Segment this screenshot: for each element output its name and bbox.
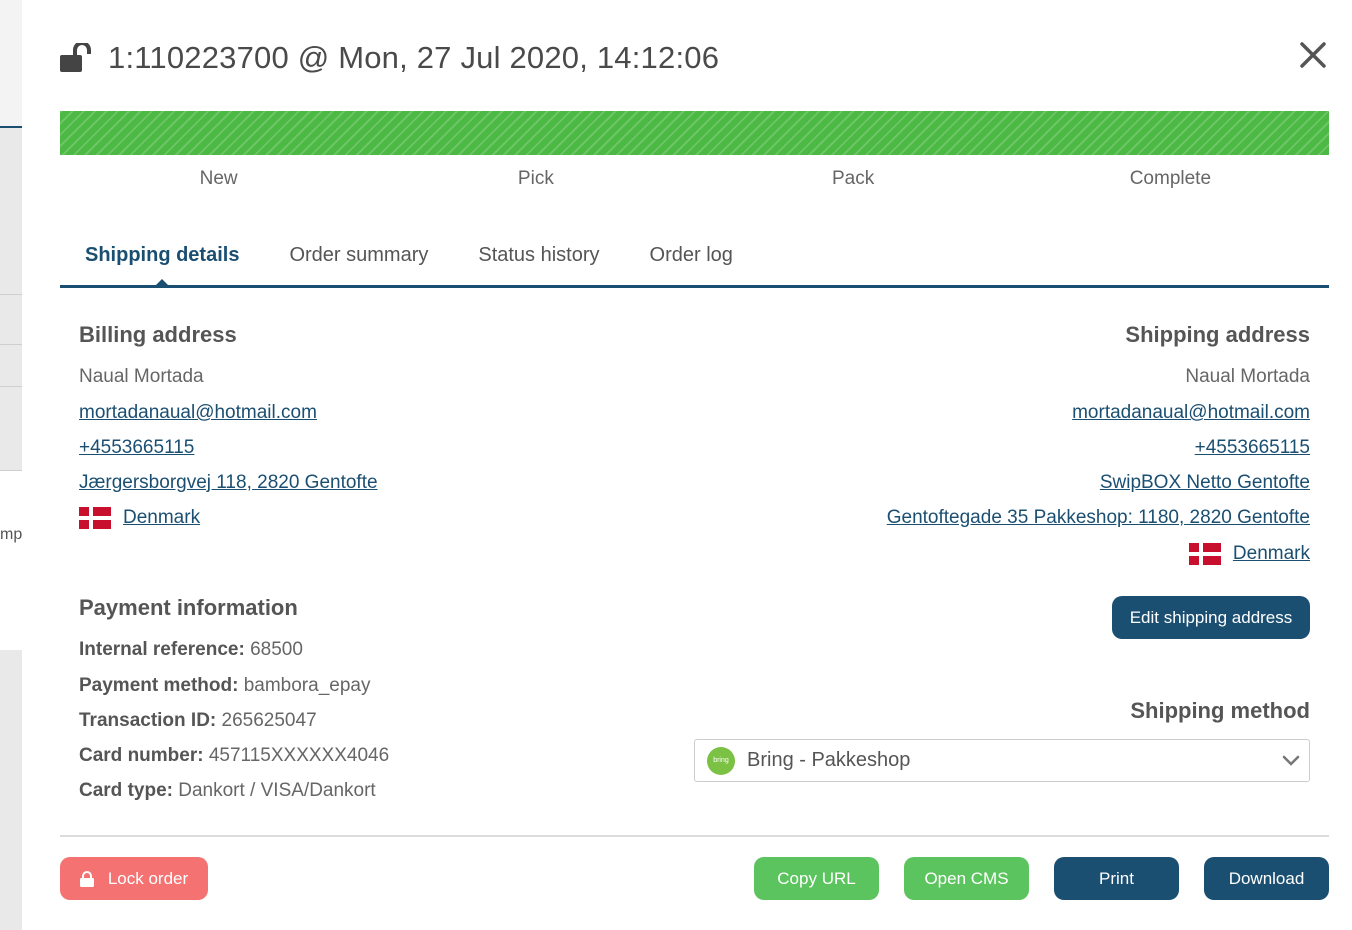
- billing-country: Denmark: [79, 507, 200, 529]
- background-divider: [0, 344, 22, 345]
- denmark-flag-icon: [79, 507, 111, 529]
- billing-address-link[interactable]: Jærgersborgvej 118, 2820 Gentofte: [79, 472, 378, 494]
- billing-email-link[interactable]: mortadanaual@hotmail.com: [79, 402, 317, 424]
- tab-status-history[interactable]: Status history: [478, 232, 599, 278]
- shipping-email-link[interactable]: mortadanaual@hotmail.com: [1072, 402, 1310, 424]
- background-panel: [0, 470, 22, 650]
- background-divider: [0, 386, 22, 387]
- bring-logo-text: bring: [713, 757, 729, 764]
- payment-label: Payment method:: [79, 675, 239, 696]
- background-divider: [0, 294, 22, 295]
- step-complete: Complete: [1129, 168, 1212, 189]
- lock-icon: [79, 870, 94, 887]
- step-pack: Pack: [832, 168, 875, 189]
- close-icon[interactable]: [1298, 40, 1328, 70]
- payment-card-type: Card type: Dankort / VISA/Dankort: [79, 780, 376, 802]
- shipping-method-select[interactable]: bring Bring - Pakkeshop: [694, 739, 1310, 782]
- background-page: mp: [0, 0, 22, 930]
- payment-method: Payment method: bambora_epay: [79, 675, 370, 697]
- background-text: mp: [0, 526, 22, 543]
- payment-label: Card number:: [79, 745, 204, 766]
- order-progress-bar: [60, 111, 1329, 155]
- chevron-down-icon: [1282, 755, 1300, 766]
- shipping-country-link[interactable]: Denmark: [1233, 543, 1310, 564]
- payment-value: Dankort / VISA/Dankort: [172, 780, 376, 801]
- step-pick: Pick: [517, 168, 554, 189]
- shipping-method-title: Shipping method: [1130, 698, 1310, 723]
- edit-shipping-address-button[interactable]: Edit shipping address: [1112, 596, 1310, 639]
- shipping-name: Naual Mortada: [1185, 366, 1310, 387]
- detail-tabs: Shipping details Order summary Status hi…: [60, 232, 1329, 288]
- payment-label: Transaction ID:: [79, 710, 217, 731]
- download-button[interactable]: Download: [1204, 857, 1329, 900]
- footer-divider: [60, 835, 1329, 837]
- shipping-phone-link[interactable]: +4553665115: [1195, 437, 1310, 459]
- order-title: 1:110223700 @ Mon, 27 Jul 2020, 14:12:06: [108, 40, 720, 75]
- tab-order-summary[interactable]: Order summary: [289, 232, 428, 278]
- payment-label: Card type:: [79, 780, 173, 801]
- tab-shipping-details[interactable]: Shipping details: [85, 232, 239, 278]
- open-cms-button[interactable]: Open CMS: [904, 857, 1029, 900]
- progress-steps: New Pick Pack Complete: [60, 168, 1329, 190]
- order-modal: 1:110223700 @ Mon, 27 Jul 2020, 14:12:06…: [22, 0, 1352, 930]
- payment-label: Internal reference:: [79, 639, 245, 660]
- copy-url-button[interactable]: Copy URL: [754, 857, 879, 900]
- payment-value: bambora_epay: [238, 675, 371, 696]
- lock-order-button[interactable]: Lock order: [60, 857, 208, 900]
- print-button[interactable]: Print: [1054, 857, 1179, 900]
- shipping-country: Denmark: [1188, 543, 1310, 565]
- billing-address-title: Billing address: [79, 322, 237, 347]
- background-header: [0, 0, 22, 128]
- modal-header: 1:110223700 @ Mon, 27 Jul 2020, 14:12:06: [60, 36, 719, 80]
- billing-phone-link[interactable]: +4553665115: [79, 437, 194, 459]
- shipping-address-title: Shipping address: [1125, 322, 1310, 347]
- payment-internal-reference: Internal reference: 68500: [79, 639, 303, 661]
- payment-transaction-id: Transaction ID: 265625047: [79, 710, 317, 732]
- shipping-method-selected: Bring - Pakkeshop: [747, 749, 911, 771]
- denmark-flag-icon: [1188, 543, 1221, 565]
- lock-order-label: Lock order: [107, 868, 189, 888]
- shipping-pickup-point-link[interactable]: SwipBOX Netto Gentofte: [1100, 472, 1310, 494]
- shipping-address-link[interactable]: Gentoftegade 35 Pakkeshop: 1180, 2820 Ge…: [887, 507, 1310, 529]
- billing-name: Naual Mortada: [79, 366, 204, 387]
- step-new: New: [199, 168, 238, 189]
- bring-logo-icon: bring: [707, 746, 735, 775]
- billing-country-link[interactable]: Denmark: [123, 507, 200, 528]
- payment-value: 68500: [244, 639, 303, 660]
- unlocked-padlock-icon[interactable]: [60, 43, 94, 73]
- payment-information-title: Payment information: [79, 595, 298, 620]
- payment-value: 265625047: [216, 710, 317, 731]
- payment-value: 457115XXXXXX4046: [203, 745, 390, 766]
- payment-card-number: Card number: 457115XXXXXX4046: [79, 745, 389, 767]
- tab-order-log[interactable]: Order log: [650, 232, 733, 278]
